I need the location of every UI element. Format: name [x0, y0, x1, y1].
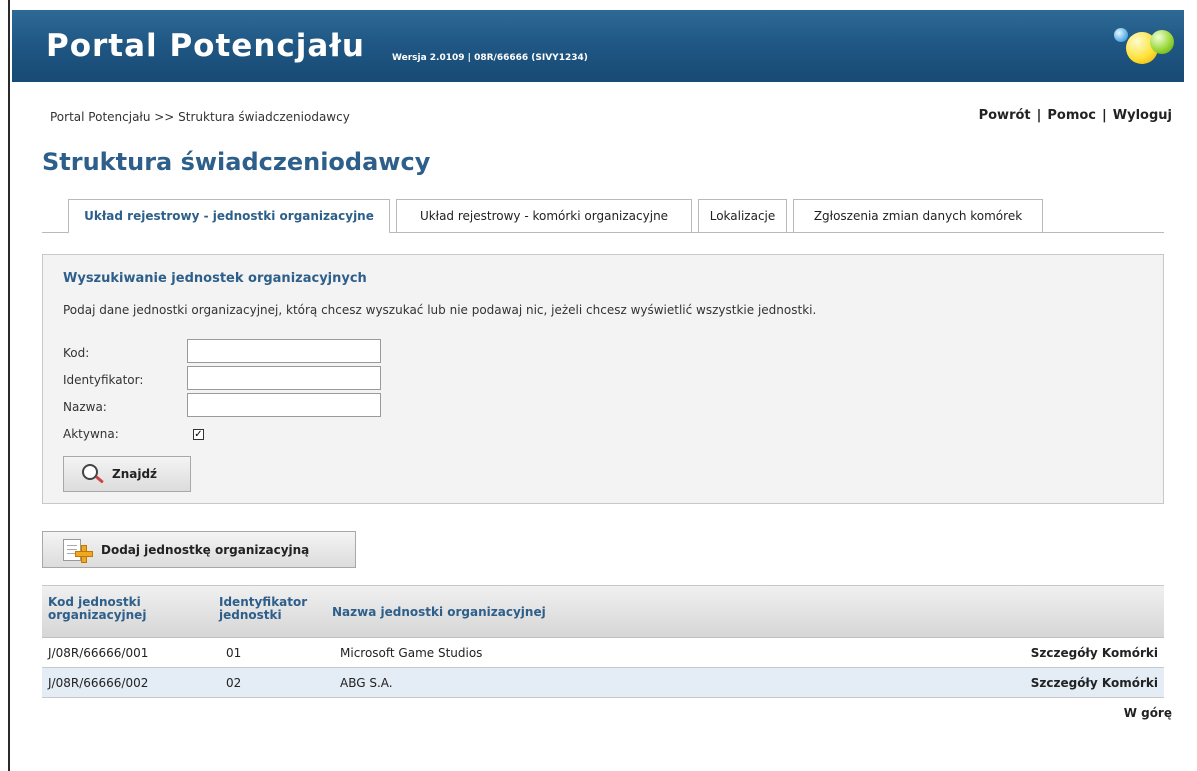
search-description: Podaj dane jednostki organizacyjnej, któ…: [63, 303, 817, 317]
row-actions: Szczegóły Komórki: [1031, 676, 1158, 690]
help-link[interactable]: Pomoc: [1047, 108, 1096, 123]
column-header-identifier[interactable]: Identyfikator jednostki: [219, 596, 329, 622]
tab-label: Układ rejestrowy - jednostki organizacyj…: [84, 209, 374, 223]
cell-identifier: 02: [226, 676, 242, 690]
search-panel: Wyszukiwanie jednostek organizacyjnych P…: [42, 254, 1164, 504]
green-ball-icon: [1150, 30, 1174, 54]
tab-units[interactable]: Układ rejestrowy - jednostki organizacyj…: [68, 199, 390, 234]
nazwa-label: Nazwa:: [63, 400, 107, 414]
table-row: J/08R/66666/002 02 ABG S.A. Szczegóły Ko…: [42, 668, 1164, 698]
identyfikator-label: Identyfikator:: [63, 373, 144, 387]
back-link[interactable]: Powrót: [979, 108, 1031, 123]
aktywna-checkbox[interactable]: ✓: [193, 429, 204, 440]
page-title: Struktura świadczeniodawcy: [42, 148, 431, 176]
tab-locations[interactable]: Lokalizacje: [698, 199, 787, 233]
logo-balls-icon: [1108, 18, 1178, 68]
cell-name: Microsoft Game Studios: [340, 646, 483, 660]
blue-ball-icon: [1114, 28, 1128, 42]
aktywna-label: Aktywna:: [63, 427, 119, 441]
tab-label: Układ rejestrowy - komórki organizacyjne: [419, 209, 669, 223]
app-title: Portal Potencjału: [46, 28, 365, 64]
units-table: Kod jednostki organizacyjnej Identyfikat…: [42, 585, 1164, 698]
add-document-icon: [63, 537, 95, 563]
cell-code: J/08R/66666/002: [48, 676, 149, 690]
cells-link[interactable]: Komórki: [1102, 676, 1158, 690]
add-unit-button[interactable]: Dodaj jednostkę organizacyjną: [42, 531, 356, 568]
details-link[interactable]: Szczegóły: [1031, 646, 1098, 660]
magnifier-icon: [80, 462, 104, 486]
top-links: Powrót | Pomoc | Wyloguj: [979, 108, 1172, 123]
row-actions: Szczegóły Komórki: [1031, 646, 1158, 660]
add-unit-button-label: Dodaj jednostkę organizacyjną: [101, 542, 310, 557]
column-header-name[interactable]: Nazwa jednostki organizacyjnej: [332, 606, 632, 619]
kod-input[interactable]: [187, 339, 381, 363]
table-row: J/08R/66666/001 01 Microsoft Game Studio…: [42, 638, 1164, 668]
back-to-top-link[interactable]: W górę: [1124, 706, 1172, 720]
cells-link[interactable]: Komórki: [1102, 646, 1158, 660]
tab-label: Lokalizacje: [709, 209, 776, 223]
logout-link[interactable]: Wyloguj: [1113, 108, 1172, 123]
kod-label: Kod:: [63, 346, 90, 360]
separator: |: [1102, 108, 1107, 123]
column-header-code[interactable]: Kod jednostki organizacyjnej: [48, 596, 198, 622]
header-banner: Portal Potencjału Wersja 2.0109 | 08R/66…: [12, 10, 1184, 82]
cell-identifier: 01: [226, 646, 242, 660]
find-button-label: Znajdź: [112, 467, 158, 481]
find-button[interactable]: Znajdź: [63, 456, 191, 492]
app-version: Wersja 2.0109 | 08R/66666 (SIVY1234): [392, 53, 588, 63]
tab-bar: Układ rejestrowy - jednostki organizacyj…: [42, 199, 1164, 234]
cell-code: J/08R/66666/001: [48, 646, 149, 660]
identyfikator-input[interactable]: [187, 366, 381, 390]
nazwa-input[interactable]: [187, 393, 381, 417]
separator: |: [1036, 108, 1042, 123]
search-title: Wyszukiwanie jednostek organizacyjnych: [63, 271, 367, 286]
breadcrumb: Portal Potencjału >> Struktura świadczen…: [50, 110, 350, 124]
tab-label: Zgłoszenia zmian danych komórek: [813, 209, 1023, 223]
window-frame: [0, 0, 10, 771]
cell-name: ABG S.A.: [340, 676, 393, 690]
table-header: Kod jednostki organizacyjnej Identyfikat…: [42, 585, 1164, 638]
tab-cells[interactable]: Układ rejestrowy - komórki organizacyjne: [396, 199, 692, 233]
tab-change-requests[interactable]: Zgłoszenia zmian danych komórek: [793, 199, 1043, 233]
details-link[interactable]: Szczegóły: [1031, 676, 1098, 690]
